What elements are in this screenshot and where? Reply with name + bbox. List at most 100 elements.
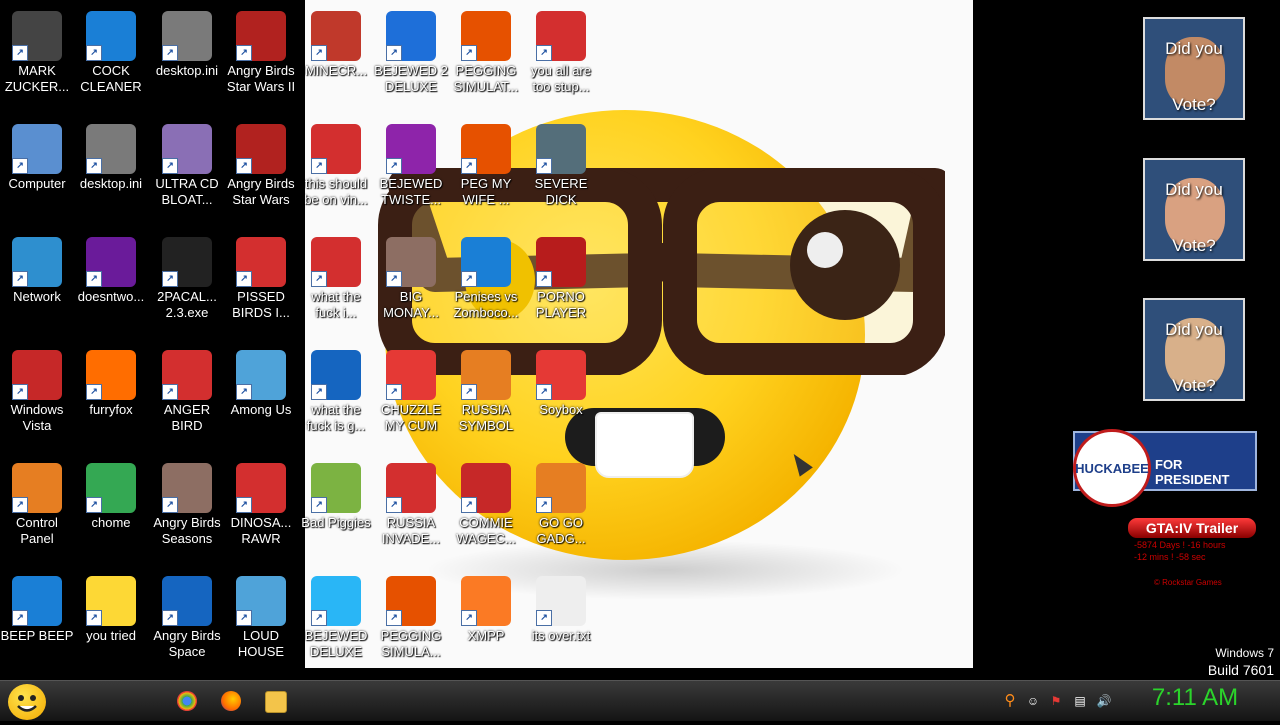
desktop-icon-label: this should be on vin... xyxy=(304,176,368,207)
shortcut-arrow-icon: ↗ xyxy=(86,497,102,513)
desktop-icon[interactable]: ↗ RUSSIA INVADE... xyxy=(374,457,448,547)
network-icon[interactable]: ▤ xyxy=(1072,693,1088,709)
watermark-line2: Build 7601 xyxy=(1207,662,1274,678)
desktop-icon[interactable]: ↗ BEJEWED TWISTE... xyxy=(374,118,448,208)
shortcut-arrow-icon: ↗ xyxy=(536,45,552,61)
desktop-icon[interactable]: ↗ its over.txt xyxy=(524,570,598,644)
gta-trailer-button[interactable]: GTA:IV Trailer xyxy=(1128,518,1256,538)
desktop-icon[interactable]: ↗ Among Us xyxy=(224,344,298,418)
desktop-icon[interactable]: ↗ PEG MY WIFE ... xyxy=(449,118,523,208)
desktop-icon[interactable]: ↗ ULTRA CD BLOAT... xyxy=(150,118,224,208)
desktop-icon[interactable]: ↗ desktop.ini xyxy=(150,5,224,79)
desktop-icon[interactable]: ↗ Angry Birds Seasons xyxy=(150,457,224,547)
desktop-icon[interactable]: ↗ desktop.ini xyxy=(74,118,148,192)
desktop-icon[interactable]: ↗ this should be on vin... xyxy=(299,118,373,208)
desktop-icon[interactable]: ↗ ANGER BIRD xyxy=(150,344,224,434)
blue-card-icon: ↗ xyxy=(461,237,511,287)
vote-gadget-line2: Vote? xyxy=(1172,236,1216,255)
computer-icon: ↗ xyxy=(12,124,62,174)
desktop-icon-label: RUSSIA INVADE... xyxy=(381,515,441,546)
devcpp-icon: ↗ xyxy=(536,11,586,61)
taskbar: ⚲ ☺ ⚑ ▤ 🔊 7:11 AM xyxy=(0,680,1280,721)
desktop-icon[interactable]: ↗ Computer xyxy=(0,118,74,192)
flag-icon[interactable]: ⚑ xyxy=(1048,693,1064,709)
desktop-icon[interactable]: ↗ GO GO GADG... xyxy=(524,457,598,547)
desktop-icon-label: BEEP BEEP xyxy=(0,628,74,643)
desktop-icon-label: what the fuck is g... xyxy=(306,402,366,433)
vote-gadget-3[interactable]: Did you Vote? xyxy=(1143,298,1245,401)
shortcut-arrow-icon: ↗ xyxy=(86,384,102,400)
taskbar-clock[interactable]: 7:11 AM xyxy=(1140,684,1250,712)
desktop-icon[interactable]: ↗ MARK ZUCKER... xyxy=(0,5,74,95)
shortcut-arrow-icon: ↗ xyxy=(86,158,102,174)
taskbar-folder-icon[interactable] xyxy=(265,691,287,713)
desktop-icon[interactable]: ↗ PORNO PLAYER xyxy=(524,231,598,321)
desktop-icon[interactable]: ↗ SEVERE DICK xyxy=(524,118,598,208)
shortcut-arrow-icon: ↗ xyxy=(162,610,178,626)
desktop-icon[interactable]: ↗ PEGGING SIMULA... xyxy=(374,570,448,660)
desktop-icon[interactable]: ↗ Angry Birds Star Wars xyxy=(224,118,298,208)
shortcut-arrow-icon: ↗ xyxy=(12,158,28,174)
chrome-icon: ↗ xyxy=(86,463,136,513)
volume-icon[interactable]: 🔊 xyxy=(1096,693,1112,709)
desktop-icon[interactable]: ↗ Windows Vista xyxy=(0,344,74,434)
desktop-icon[interactable]: ↗ chome xyxy=(74,457,148,531)
desktop-icon[interactable]: ↗ BIG MONAY... xyxy=(374,231,448,321)
shortcut-arrow-icon: ↗ xyxy=(86,610,102,626)
vote-gadget-1[interactable]: Did you Vote? xyxy=(1143,17,1245,120)
desktop-icon[interactable]: ↗ furryfox xyxy=(74,344,148,418)
taskbar-firefox-icon[interactable] xyxy=(221,691,241,711)
desktop-icon[interactable]: ↗ BEJEWED 2 DELUXE xyxy=(374,5,448,95)
desktop-icon[interactable]: ↗ you all are too stup... xyxy=(524,5,598,95)
desktop-icon[interactable]: ↗ Control Panel xyxy=(0,457,74,547)
huckabee-gadget[interactable]: HUCKABEE FOR PRESIDENT xyxy=(1073,429,1257,507)
desktop-icon[interactable]: ↗ PISSED BIRDS I... xyxy=(224,231,298,321)
start-button[interactable] xyxy=(8,684,46,720)
desktop-icon[interactable]: ↗ RUSSIA SYMBOL xyxy=(449,344,523,434)
desktop-icon[interactable]: ↗ what the fuck is g... xyxy=(299,344,373,434)
desktop-icon-label: Computer xyxy=(8,176,66,191)
desktop-icon-label: LOUD HOUSE xyxy=(237,628,285,659)
desktop-icon-label: Control Panel xyxy=(16,515,58,546)
shortcut-arrow-icon: ↗ xyxy=(86,271,102,287)
shortcut-arrow-icon: ↗ xyxy=(461,497,477,513)
desktop-icon[interactable]: ↗ Bad Piggies xyxy=(299,457,373,531)
desktop-icon[interactable]: ↗ doesntwo... xyxy=(74,231,148,305)
emoji-tooth xyxy=(595,412,694,478)
vote-gadget-2[interactable]: Did you Vote? xyxy=(1143,158,1245,261)
shortcut-arrow-icon: ↗ xyxy=(311,497,327,513)
recycle-bin-icon: ↗ xyxy=(12,350,62,400)
yahoo-icon: ↗ xyxy=(86,237,136,287)
desktop-icon[interactable]: ↗ BEEP BEEP xyxy=(0,570,74,644)
shortcut-arrow-icon: ↗ xyxy=(536,384,552,400)
desktop-icon[interactable]: ↗ MINECR... xyxy=(299,5,373,79)
shortcut-arrow-icon: ↗ xyxy=(236,271,252,287)
desktop-icon[interactable]: ↗ what the fuck i... xyxy=(299,231,373,321)
desktop-icon[interactable]: ↗ CHUZZLE MY CUM xyxy=(374,344,448,434)
desktop-icon[interactable]: ↗ COMMIE WAGEC... xyxy=(449,457,523,547)
desktop-icon-label: DINOSA... RAWR xyxy=(230,515,292,546)
desktop-icon[interactable]: ↗ Network xyxy=(0,231,74,305)
shortcut-arrow-icon: ↗ xyxy=(461,158,477,174)
desktop-icon[interactable]: ↗ COCK CLEANER xyxy=(74,5,148,95)
desktop-icon[interactable]: ↗ you tried xyxy=(74,570,148,644)
desktop-icon-label: RUSSIA SYMBOL xyxy=(458,402,514,433)
desktop-icon-label: Angry Birds Star Wars II xyxy=(226,63,296,94)
gta-countdown-gadget[interactable]: GTA:IV Trailer -5874 Days ! -16 hours -1… xyxy=(1128,518,1256,587)
desktop-icon[interactable]: ↗ BEJEWED DELUXE xyxy=(299,570,373,660)
desktop-icon[interactable]: ↗ Angry Birds Space xyxy=(150,570,224,660)
desktop-icon[interactable]: ↗ Angry Birds Star Wars II xyxy=(224,5,298,95)
desktop-icon[interactable]: ↗ XMPP xyxy=(449,570,523,644)
desktop-icon[interactable]: ↗ Penises vs Zomboco... xyxy=(449,231,523,321)
desktop-icon[interactable]: ↗ Soybox xyxy=(524,344,598,418)
desktop-icon-label: Angry Birds Space xyxy=(153,628,221,659)
desktop-icon[interactable]: ↗ LOUD HOUSE xyxy=(224,570,298,660)
search-icon[interactable]: ⚲ xyxy=(1002,693,1018,709)
desktop-icon-label: you all are too stup... xyxy=(531,63,591,94)
desktop-icon[interactable]: ↗ DINOSA... RAWR xyxy=(224,457,298,547)
smiley-tray-icon[interactable]: ☺ xyxy=(1025,693,1041,709)
angry-birds-seasons-icon: ↗ xyxy=(162,463,212,513)
desktop-icon[interactable]: ↗ PEGGING SIMULAT... xyxy=(449,5,523,95)
desktop-icon[interactable]: ↗ 2PACAL... 2.3.exe xyxy=(150,231,224,321)
taskbar-chrome-icon[interactable] xyxy=(177,691,197,711)
